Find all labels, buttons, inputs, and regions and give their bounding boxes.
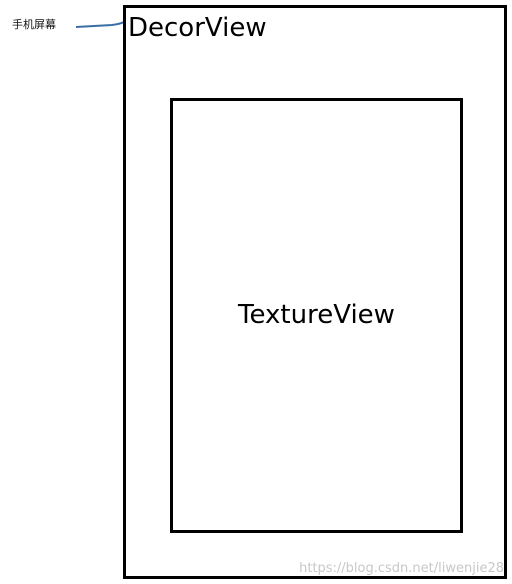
watermark: https://blog.csdn.net/liwenjie28 [299, 561, 504, 576]
decor-view-label: DecorView [128, 13, 267, 43]
texture-view-label: TextureView [238, 300, 395, 330]
phone-screen-label: 手机屏幕 [12, 18, 56, 31]
callout-leader-path [75, 21, 125, 28]
